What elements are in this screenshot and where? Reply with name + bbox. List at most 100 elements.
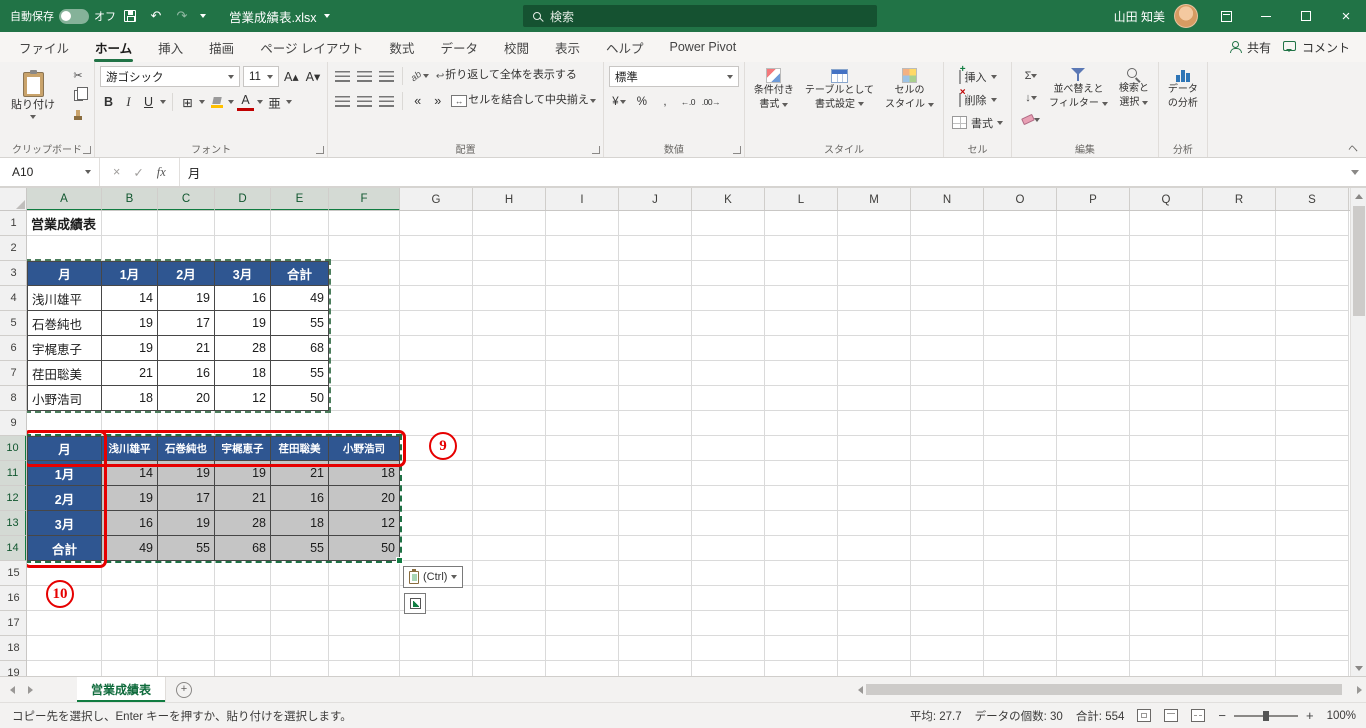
cancel-button[interactable]: × xyxy=(113,165,120,179)
cell-H6[interactable] xyxy=(473,336,546,361)
cell-O5[interactable] xyxy=(984,311,1057,336)
cell-L19[interactable] xyxy=(765,661,838,676)
cell-M9[interactable] xyxy=(838,411,911,436)
cell-K3[interactable] xyxy=(692,261,765,286)
cell-J7[interactable] xyxy=(619,361,692,386)
cell-A3[interactable]: 月 xyxy=(27,261,102,286)
search-box[interactable]: 検索 xyxy=(523,5,877,27)
sheet-tab-active[interactable]: 営業成績表 xyxy=(77,677,167,702)
expand-formula-bar-button[interactable] xyxy=(1344,158,1366,186)
cell-G11[interactable] xyxy=(400,461,473,486)
cell-I15[interactable] xyxy=(546,561,619,586)
cell-P11[interactable] xyxy=(1057,461,1130,486)
cell-E19[interactable] xyxy=(271,661,329,676)
cell-A1[interactable]: 営業成績表 xyxy=(27,211,227,236)
autosum-button[interactable]: Σ xyxy=(1020,66,1042,85)
cell-I2[interactable] xyxy=(546,236,619,261)
cell-L6[interactable] xyxy=(765,336,838,361)
cell-M18[interactable] xyxy=(838,636,911,661)
cell-M2[interactable] xyxy=(838,236,911,261)
cell-A12[interactable]: 2月 xyxy=(27,486,102,511)
cell-M6[interactable] xyxy=(838,336,911,361)
cell-A6[interactable]: 宇梶恵子 xyxy=(27,336,102,361)
cell-K14[interactable] xyxy=(692,536,765,561)
paste-options-button[interactable]: (Ctrl) xyxy=(403,566,464,588)
cell-N15[interactable] xyxy=(911,561,984,586)
cell-P9[interactable] xyxy=(1057,411,1130,436)
cell-S19[interactable] xyxy=(1276,661,1349,676)
cell-L8[interactable] xyxy=(765,386,838,411)
cell-A11[interactable]: 1月 xyxy=(27,461,102,486)
cell-P13[interactable] xyxy=(1057,511,1130,536)
cell-I7[interactable] xyxy=(546,361,619,386)
row-header-19[interactable]: 19 xyxy=(0,661,26,676)
paste-button[interactable]: 貼り付け xyxy=(5,70,61,120)
column-header-A[interactable]: A xyxy=(27,188,102,210)
cell-I18[interactable] xyxy=(546,636,619,661)
maximize-button[interactable] xyxy=(1286,0,1326,32)
cell-N19[interactable] xyxy=(911,661,984,676)
collapse-ribbon-button[interactable]: ヘ xyxy=(1348,140,1358,155)
cell-J15[interactable] xyxy=(619,561,692,586)
cell-A14[interactable]: 合計 xyxy=(27,536,102,561)
cell-S10[interactable] xyxy=(1276,436,1349,461)
insert-cells-button[interactable]: + 挿入 xyxy=(949,64,1006,87)
cell-M3[interactable] xyxy=(838,261,911,286)
cell-G6[interactable] xyxy=(400,336,473,361)
cell-E8[interactable]: 50 xyxy=(271,386,329,411)
cell-C5[interactable]: 17 xyxy=(158,311,215,336)
cell-H17[interactable] xyxy=(473,611,546,636)
cell-R13[interactable] xyxy=(1203,511,1276,536)
cell-A8[interactable]: 小野浩司 xyxy=(27,386,102,411)
cell-G14[interactable] xyxy=(400,536,473,561)
cell-L14[interactable] xyxy=(765,536,838,561)
minimize-button[interactable] xyxy=(1246,0,1286,32)
cell-N2[interactable] xyxy=(911,236,984,261)
cell-G2[interactable] xyxy=(400,236,473,261)
cell-O19[interactable] xyxy=(984,661,1057,676)
cell-D12[interactable]: 21 xyxy=(215,486,271,511)
cell-B10[interactable]: 浅川雄平 xyxy=(102,436,158,461)
redo-button[interactable]: ↷ xyxy=(170,3,194,29)
cell-L7[interactable] xyxy=(765,361,838,386)
align-center-button[interactable] xyxy=(355,91,374,111)
cell-R8[interactable] xyxy=(1203,386,1276,411)
formula-input[interactable]: 月 xyxy=(178,158,1344,186)
cell-R15[interactable] xyxy=(1203,561,1276,586)
ribbon-display-options-button[interactable] xyxy=(1206,0,1246,32)
cell-A10[interactable]: 月 xyxy=(27,436,102,461)
horizontal-scrollbar[interactable] xyxy=(854,677,1366,702)
cell-F13[interactable]: 12 xyxy=(329,511,400,536)
avatar[interactable] xyxy=(1174,4,1198,28)
column-header-O[interactable]: O xyxy=(984,188,1057,210)
cell-E4[interactable]: 49 xyxy=(271,286,329,311)
cell-M12[interactable] xyxy=(838,486,911,511)
zoom-in-button[interactable]: + xyxy=(1306,708,1314,723)
cell-A9[interactable] xyxy=(27,411,102,436)
align-middle-button[interactable] xyxy=(355,66,374,86)
data-analysis-button[interactable]: データ の分析 xyxy=(1164,66,1202,112)
cell-N5[interactable] xyxy=(911,311,984,336)
increase-indent-button[interactable]: » xyxy=(429,91,446,111)
comments-button[interactable]: コメント xyxy=(1282,39,1350,56)
cell-N16[interactable] xyxy=(911,586,984,611)
cell-I10[interactable] xyxy=(546,436,619,461)
cell-B11[interactable]: 14 xyxy=(102,461,158,486)
cell-O10[interactable] xyxy=(984,436,1057,461)
cell-S1[interactable] xyxy=(1276,211,1349,236)
cell-P6[interactable] xyxy=(1057,336,1130,361)
column-header-I[interactable]: I xyxy=(546,188,619,210)
cell-D16[interactable] xyxy=(215,586,271,611)
clipboard-dialog-launcher[interactable] xyxy=(83,146,91,154)
cell-B3[interactable]: 1月 xyxy=(102,261,158,286)
cell-G17[interactable] xyxy=(400,611,473,636)
cell-C2[interactable] xyxy=(158,236,215,261)
column-header-S[interactable]: S xyxy=(1276,188,1349,210)
cell-C16[interactable] xyxy=(158,586,215,611)
cell-Q18[interactable] xyxy=(1130,636,1203,661)
cell-L13[interactable] xyxy=(765,511,838,536)
cell-C15[interactable] xyxy=(158,561,215,586)
cell-G8[interactable] xyxy=(400,386,473,411)
cell-O11[interactable] xyxy=(984,461,1057,486)
cell-C18[interactable] xyxy=(158,636,215,661)
